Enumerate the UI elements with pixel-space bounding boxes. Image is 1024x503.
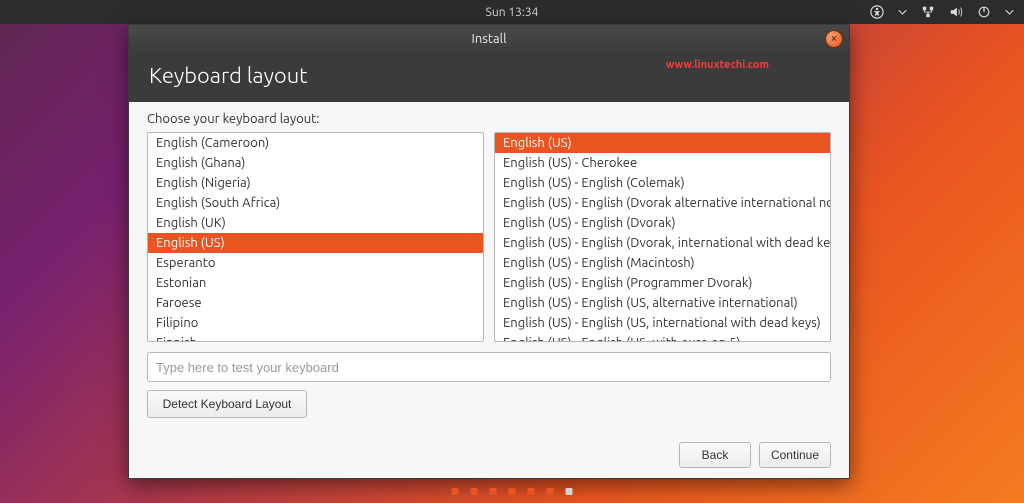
page-dot xyxy=(490,488,497,495)
list-item[interactable]: English (Nigeria) xyxy=(148,173,483,193)
list-item[interactable]: English (Ghana) xyxy=(148,153,483,173)
list-item[interactable]: English (US) - English (Dvorak alternati… xyxy=(495,193,830,213)
close-button[interactable] xyxy=(825,30,843,48)
top-menu-bar: Sun 13:34 xyxy=(0,0,1024,24)
network-icon[interactable] xyxy=(921,5,935,19)
window-title: Install xyxy=(472,32,507,46)
page-dot xyxy=(547,488,554,495)
continue-button[interactable]: Continue xyxy=(759,442,831,468)
variant-listbox[interactable]: English (US)English (US) - CherokeeEngli… xyxy=(494,132,831,342)
keyboard-test-input[interactable] xyxy=(147,352,831,382)
page-dot xyxy=(471,488,478,495)
detect-keyboard-button[interactable]: Detect Keyboard Layout xyxy=(147,390,307,418)
page-dot xyxy=(566,488,573,495)
list-item[interactable]: English (South Africa) xyxy=(148,193,483,213)
chevron-down-icon[interactable] xyxy=(1005,8,1014,17)
page-dot xyxy=(528,488,535,495)
page-dot xyxy=(509,488,516,495)
chevron-down-icon[interactable] xyxy=(898,8,907,17)
list-item[interactable]: Estonian xyxy=(148,273,483,293)
list-item[interactable]: English (US) xyxy=(148,233,483,253)
prompt-label: Choose your keyboard layout: xyxy=(147,112,831,126)
installer-window: Install Keyboard layout www.linuxtechi.c… xyxy=(128,24,850,479)
list-item[interactable]: Esperanto xyxy=(148,253,483,273)
list-item[interactable]: Faroese xyxy=(148,293,483,313)
page-indicator xyxy=(452,488,573,495)
volume-icon[interactable] xyxy=(949,5,963,19)
power-icon[interactable] xyxy=(977,5,991,19)
list-item[interactable]: English (US) - English (Colemak) xyxy=(495,173,830,193)
list-item[interactable]: English (Cameroon) xyxy=(148,133,483,153)
list-item[interactable]: English (US) - English (Dvorak) xyxy=(495,213,830,233)
keyboard-lists: English (Cameroon)English (Ghana)English… xyxy=(147,132,831,342)
page-header: Keyboard layout www.linuxtechi.com xyxy=(129,53,849,102)
window-titlebar: Install xyxy=(129,25,849,53)
list-item[interactable]: English (US) - English (Dvorak, internat… xyxy=(495,233,830,253)
list-item[interactable]: English (US) - English (Programmer Dvora… xyxy=(495,273,830,293)
back-button[interactable]: Back xyxy=(679,442,751,468)
accessibility-icon[interactable] xyxy=(870,5,884,19)
list-item[interactable]: English (US) - Cherokee xyxy=(495,153,830,173)
list-item[interactable]: Filipino xyxy=(148,313,483,333)
content-area: Choose your keyboard layout: English (Ca… xyxy=(129,102,849,436)
list-item[interactable]: English (UK) xyxy=(148,213,483,233)
list-item[interactable]: English (US) - English (US, internationa… xyxy=(495,313,830,333)
page-dot xyxy=(452,488,459,495)
nav-buttons: Back Continue xyxy=(129,436,849,478)
list-item[interactable]: English (US) - English (US, with euro on… xyxy=(495,333,830,341)
clock: Sun 13:34 xyxy=(486,6,539,19)
list-item[interactable]: English (US) xyxy=(495,133,830,153)
list-item[interactable]: English (US) - English (Macintosh) xyxy=(495,253,830,273)
list-item[interactable]: Finnish xyxy=(148,333,483,341)
list-item[interactable]: English (US) - English (US, alternative … xyxy=(495,293,830,313)
system-indicators[interactable] xyxy=(870,5,1014,19)
watermark-text: www.linuxtechi.com xyxy=(666,59,769,71)
language-listbox[interactable]: English (Cameroon)English (Ghana)English… xyxy=(147,132,484,342)
